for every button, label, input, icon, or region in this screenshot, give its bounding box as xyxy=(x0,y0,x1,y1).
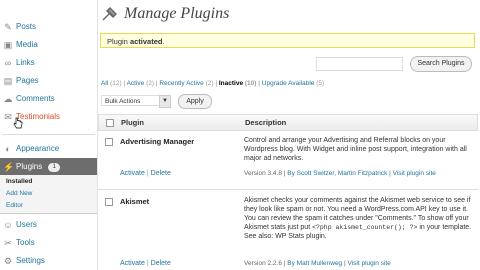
sidebar-item-label: Posts xyxy=(16,22,37,31)
plugin-meta: Version 2.2.6 | By Matt Mullenweg | Visi… xyxy=(244,260,391,267)
sidebar-item-label: Pages xyxy=(16,76,39,85)
column-description: Description xyxy=(245,118,287,127)
page-icon: ▤ xyxy=(3,76,13,86)
sidebar-item-pages[interactable]: ▤ Pages xyxy=(0,72,97,90)
settings-icon: ⚙ xyxy=(3,256,13,266)
link-icon: ∞ xyxy=(4,58,12,68)
activation-notice: Plugin activated. xyxy=(100,33,475,48)
sidebar-item-label: Plugins xyxy=(16,162,43,171)
sidebar-item-label: Links xyxy=(16,58,35,67)
plugin-code-snippet: <?php akismet_counter(); ?> xyxy=(312,224,418,231)
row-actions: Activate | Delete xyxy=(120,260,171,267)
plugin-description: Akismet checks your comments against the… xyxy=(244,196,476,241)
appearance-icon: ◐ xyxy=(5,144,11,154)
plugin-name: Akismet xyxy=(120,197,150,206)
sidebar-item-label: Settings xyxy=(16,256,45,265)
pin-icon: ✎ xyxy=(4,22,12,32)
plugin-icon: ⚡ xyxy=(3,162,15,172)
search-input[interactable] xyxy=(316,57,403,71)
users-icon: ☺ xyxy=(3,220,13,230)
plugin-name: Advertising Manager xyxy=(120,137,195,146)
filter-inactive[interactable]: Inactive (10) xyxy=(219,80,257,87)
bulk-actions-select[interactable]: Bulk Actions ▼ xyxy=(101,95,171,108)
plugin-version: Version 3.4.8 xyxy=(244,170,282,177)
filter-recently-active[interactable]: Recently Active (2) xyxy=(159,80,213,87)
sidebar-item-tools[interactable]: ✂ Tools xyxy=(0,234,97,252)
bulk-actions-value: Bulk Actions xyxy=(105,98,141,105)
delete-link[interactable]: Delete xyxy=(151,260,171,267)
sidebar-item-label: Appearance xyxy=(16,144,60,153)
plugin-description: Control and arrange your Advertising and… xyxy=(244,137,467,162)
sidebar-item-label: Comments xyxy=(16,94,55,103)
sidebar-item-label: Tools xyxy=(16,238,35,247)
plugin-icon xyxy=(102,7,117,21)
notice-suffix: . xyxy=(162,37,165,46)
action-separator: | xyxy=(146,170,149,177)
action-separator: | xyxy=(146,260,149,267)
plugins-submenu: Installed Add New Editor xyxy=(0,175,97,214)
plugin-meta: Version 3.4.8 | By Scott Switzer, Martin… xyxy=(244,170,436,177)
row-actions: Activate | Delete xyxy=(120,170,171,177)
table-header: Plugin Description xyxy=(98,114,478,131)
filter-active[interactable]: Active (2) xyxy=(127,80,154,87)
filter-all[interactable]: All (12) xyxy=(101,80,122,87)
plugin-author[interactable]: By Matt Mullenweg xyxy=(287,260,342,267)
testimonial-icon: ✉ xyxy=(4,112,12,122)
activate-link[interactable]: Activate xyxy=(120,170,145,177)
notice-strong: activated xyxy=(129,37,163,46)
main-content: Manage Plugins Plugin activated. Search … xyxy=(98,0,480,270)
sidebar-item-label: Media xyxy=(16,40,38,49)
submenu-add-new[interactable]: Add New xyxy=(6,189,32,199)
sidebar-item-media[interactable]: ▣ Media xyxy=(0,36,97,54)
visit-plugin-site-link[interactable]: Visit plugin site xyxy=(348,260,391,267)
sidebar-item-links[interactable]: ∞ Links xyxy=(0,54,97,72)
row-checkbox[interactable] xyxy=(105,198,113,206)
notice-text: Plugin xyxy=(107,37,130,46)
media-icon: ▣ xyxy=(3,40,13,50)
page-title: Manage Plugins xyxy=(124,5,230,22)
sidebar-item-posts[interactable]: ✎ Posts xyxy=(0,18,97,36)
hand-cursor-icon xyxy=(13,117,23,129)
row-divider xyxy=(98,189,478,190)
delete-link[interactable]: Delete xyxy=(151,170,171,177)
chevron-down-icon: ▼ xyxy=(159,95,171,108)
submenu-installed[interactable]: Installed xyxy=(6,177,32,187)
filter-upgrade-available[interactable]: Upgrade Available (5) xyxy=(262,80,324,87)
row-checkbox[interactable] xyxy=(105,138,113,146)
search-plugins-button[interactable]: Search Plugins xyxy=(410,56,472,72)
visit-plugin-site-link[interactable]: Visit plugin site xyxy=(393,170,436,177)
admin-sidebar: ✎ Posts ▣ Media ∞ Links ▤ Pages ☁ Commen… xyxy=(0,0,98,270)
apply-button[interactable]: Apply xyxy=(178,94,212,109)
select-all-checkbox[interactable] xyxy=(106,119,114,127)
activate-link[interactable]: Activate xyxy=(120,260,145,267)
plugin-version: Version 2.2.6 xyxy=(244,260,282,267)
sidebar-item-label: Users xyxy=(16,220,37,229)
submenu-editor[interactable]: Editor xyxy=(6,201,23,211)
plugin-author[interactable]: By Scott Switzer, Martin Fitzpatrick xyxy=(287,170,387,177)
plugin-status-filters: All (12) | Active (2) | Recently Active … xyxy=(101,80,325,87)
update-count-badge: 1 xyxy=(48,163,60,172)
column-plugin: Plugin xyxy=(121,118,144,127)
sidebar-item-settings[interactable]: ⚙ Settings xyxy=(0,252,97,270)
sidebar-item-comments[interactable]: ☁ Comments xyxy=(0,90,97,108)
tools-icon: ✂ xyxy=(4,238,12,248)
comment-icon: ☁ xyxy=(3,94,13,104)
menu-separator xyxy=(2,134,95,135)
sidebar-item-plugins[interactable]: ⚡ Plugins 1 xyxy=(0,158,97,175)
sidebar-item-appearance[interactable]: ◐ Appearance xyxy=(0,140,97,158)
sidebar-item-users[interactable]: ☺ Users xyxy=(0,216,97,234)
